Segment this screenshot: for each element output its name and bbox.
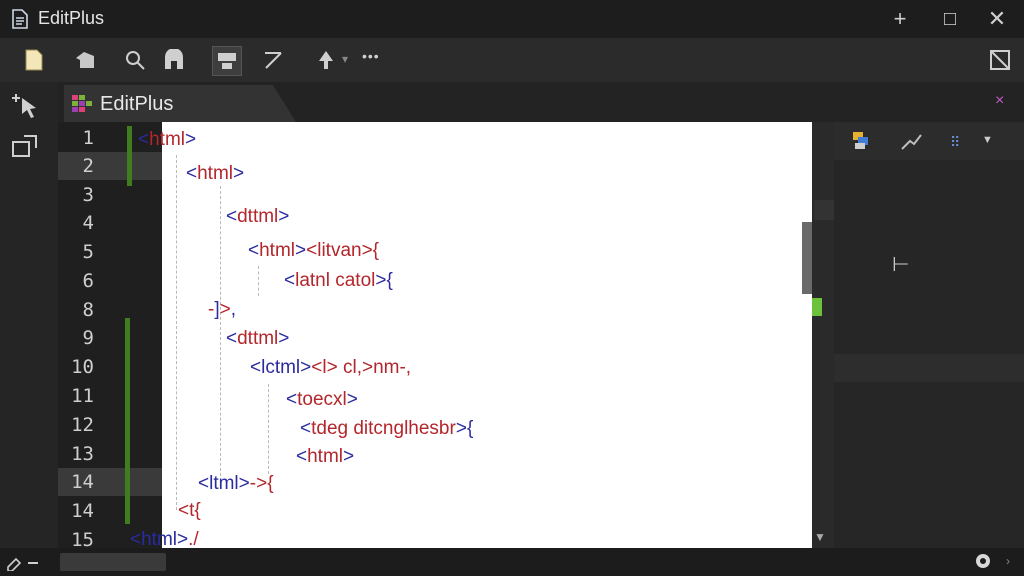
text-cursor-icon: ⊢ <box>892 254 910 276</box>
vertical-scrollbar[interactable] <box>812 122 834 548</box>
indent-guide <box>258 266 259 296</box>
app-title: EditPlus <box>38 8 105 28</box>
pen-icon <box>265 52 282 69</box>
line-number: 6 <box>82 270 94 292</box>
panel-view-icon[interactable] <box>852 131 872 156</box>
scroll-up-icon[interactable] <box>814 200 834 220</box>
panel-icon <box>218 53 236 69</box>
title-bar: EditPlus + □ ✕ <box>0 0 1024 38</box>
tab-editplus[interactable]: EditPlus <box>64 85 296 122</box>
new-window-button[interactable]: + <box>887 6 913 32</box>
tab-label: EditPlus <box>100 93 174 115</box>
run-dropdown-chevron-icon[interactable]: ▾ <box>342 52 348 66</box>
more-button[interactable]: ••• <box>362 48 380 64</box>
right-panel <box>834 122 1024 548</box>
new-file-icon <box>25 49 43 71</box>
code-line: <html> <box>296 446 355 467</box>
run-icon <box>319 51 333 69</box>
restore-button[interactable]: □ <box>937 6 963 32</box>
find-button[interactable] <box>122 46 150 74</box>
line-number: 14 <box>71 500 94 522</box>
change-marker <box>125 318 130 524</box>
layout-button[interactable] <box>986 46 1014 74</box>
edit-mode-icon[interactable] <box>6 553 40 576</box>
line-number: 8 <box>82 299 94 321</box>
line-number: 3 <box>82 184 94 206</box>
code-line: <tdeg ditcnglhesbr>{ <box>300 418 474 439</box>
code-line: <html><litvan>{ <box>248 240 380 261</box>
right-panel-header: ⠿ ▼ <box>834 122 1024 160</box>
code-line: <html> <box>186 163 245 184</box>
tab-bar: EditPlus <box>58 82 1024 122</box>
code-line: <ltml>->{ <box>198 473 274 494</box>
line-number: 14 <box>71 471 94 493</box>
line-number: 9 <box>82 327 94 349</box>
layout-icon <box>990 50 1010 70</box>
grid-menu-chevron-icon[interactable]: ▼ <box>982 134 993 146</box>
line-number: 10 <box>71 356 94 378</box>
scroll-right-icon[interactable]: › <box>1006 554 1010 568</box>
line-number: 11 <box>71 385 94 407</box>
find-icon <box>126 51 145 70</box>
panel-divider <box>834 354 1024 382</box>
code-line: <lctml><l> cl,>nm-, <box>250 357 412 378</box>
save-button[interactable] <box>160 46 188 74</box>
scroll-down-icon[interactable]: ▼ <box>814 530 826 544</box>
settings-icon[interactable] <box>974 552 992 575</box>
indent-guide <box>220 186 221 476</box>
line-number: 1 <box>82 127 94 149</box>
line-number: 5 <box>82 241 94 263</box>
code-line: <t{ <box>178 500 201 521</box>
code-line: -]>, <box>208 299 236 320</box>
export-icon[interactable] <box>10 132 40 165</box>
file-type-icon <box>72 95 92 118</box>
scrollbar-thumb[interactable] <box>802 222 812 294</box>
grid-menu-icon[interactable]: ⠿ <box>950 134 961 151</box>
left-rail <box>0 82 58 548</box>
indent-guide <box>176 155 177 510</box>
save-icon <box>165 49 183 69</box>
open-icon <box>76 52 94 68</box>
code-line: <latnl catol>{ <box>284 270 393 291</box>
horizontal-scrollbar-thumb[interactable] <box>60 553 166 571</box>
run-button[interactable] <box>312 46 340 74</box>
pointer-tool-icon[interactable] <box>10 92 40 125</box>
chart-icon[interactable] <box>900 131 922 156</box>
line-number: 4 <box>82 212 94 234</box>
code-line: <dttml> <box>226 206 290 227</box>
line-number: 12 <box>71 414 94 436</box>
line-number: 13 <box>71 443 94 465</box>
toolbar: ▾ ••• <box>0 38 1024 82</box>
app-icon <box>12 9 28 34</box>
close-button[interactable]: ✕ <box>984 6 1010 32</box>
toggle-panel-button[interactable] <box>212 46 242 76</box>
open-button[interactable] <box>72 46 100 74</box>
tab-close-button[interactable]: × <box>995 92 1004 110</box>
change-marker <box>127 126 132 186</box>
new-file-button[interactable] <box>20 46 48 74</box>
minimap-marker <box>812 298 822 316</box>
edit-button[interactable] <box>260 46 288 74</box>
code-line: <dttml> <box>226 328 290 349</box>
indent-guide <box>268 384 269 474</box>
code-line: <html> <box>138 129 197 150</box>
code-line: <toecxl> <box>286 389 358 410</box>
line-number: 2 <box>82 155 94 177</box>
